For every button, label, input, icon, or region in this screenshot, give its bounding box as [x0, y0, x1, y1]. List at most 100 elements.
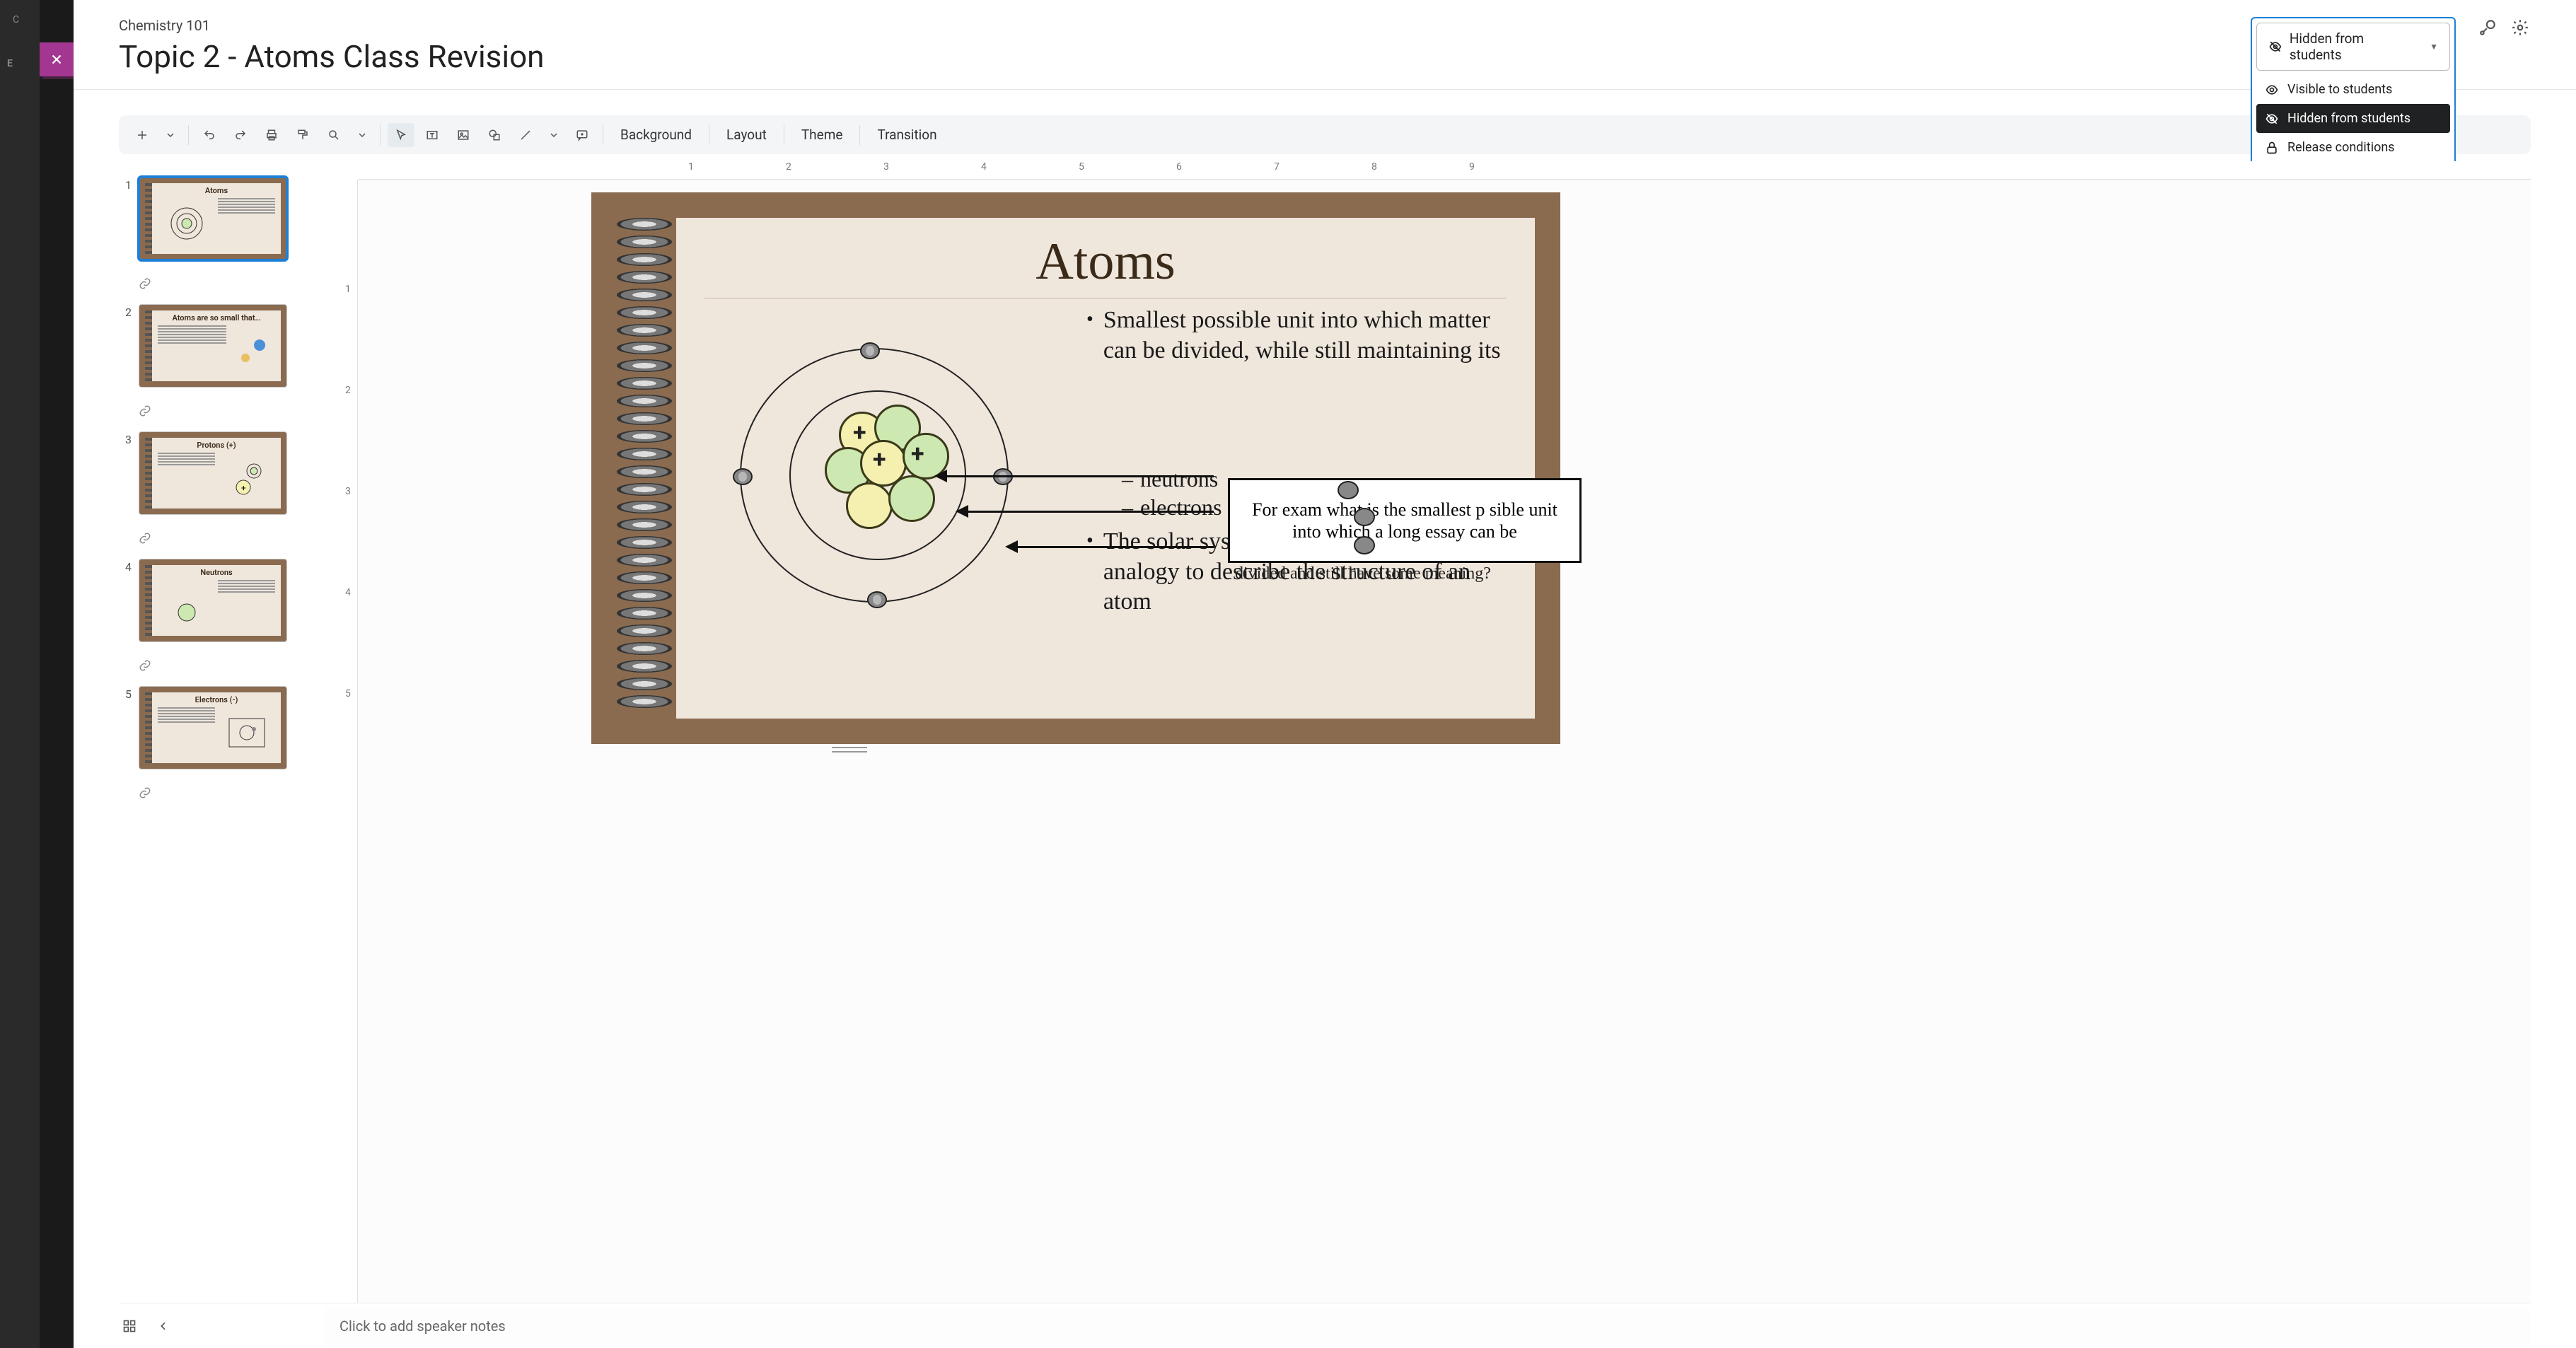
visibility-option-hidden[interactable]: Hidden from students	[2256, 104, 2450, 133]
textbox-icon	[426, 129, 439, 141]
arrowhead-icon	[956, 505, 968, 518]
slide-canvas-area: 1 2 3 4 5 6 7 8 9 1 2 3 4 5	[324, 161, 2531, 1303]
slide-content[interactable]: Atoms	[676, 218, 1535, 719]
background-button[interactable]: Background	[610, 121, 702, 149]
slide-thumbnail-3[interactable]: Protons (+) +	[139, 431, 287, 515]
vertical-ruler[interactable]: 1 2 3 4 5	[344, 180, 358, 1303]
callout-annotation[interactable]: For exam what is the smallest p sible un…	[1228, 478, 1582, 563]
visibility-dropdown: Hidden from students ▼ Visible to studen…	[2251, 17, 2456, 168]
attachment-indicator[interactable]	[139, 659, 153, 673]
neutron-mini-icon	[166, 588, 208, 623]
collapse-filmstrip-button[interactable]	[153, 1315, 174, 1337]
atom-diagram[interactable]: + + +	[683, 306, 1079, 631]
redo-button[interactable]	[227, 123, 254, 147]
slide-thumbnail-4[interactable]: Neutrons	[139, 559, 287, 642]
caret-down-icon	[550, 132, 557, 139]
thumb-title: Protons (+)	[197, 441, 236, 450]
theme-button[interactable]: Theme	[791, 121, 853, 149]
attachment-indicator[interactable]	[139, 405, 153, 419]
link-icon	[139, 277, 151, 290]
plus-icon	[136, 129, 149, 141]
visibility-option-label: Release conditions	[2287, 140, 2395, 155]
stray-electron	[1354, 536, 1375, 554]
page-title: Topic 2 - Atoms Class Revision	[119, 38, 2259, 75]
notes-resize-handle[interactable]	[832, 747, 867, 753]
visibility-option-release[interactable]: Release conditions	[2256, 133, 2450, 162]
stray-electron	[1338, 481, 1359, 499]
close-icon	[49, 52, 64, 67]
visibility-option-label: Hidden from students	[2287, 111, 2410, 126]
footer-bar: Click to add speaker notes	[119, 1303, 2531, 1348]
slide-number: 2	[119, 304, 132, 319]
close-panel-button[interactable]	[40, 42, 74, 76]
comment-icon	[576, 129, 588, 141]
paint-format-button[interactable]	[289, 123, 316, 147]
eye-off-icon	[2265, 112, 2279, 126]
sub-bullet-text: electrons	[1140, 494, 1222, 520]
visibility-options-list: Visible to students Hidden from students…	[2256, 75, 2450, 162]
breadcrumb-course[interactable]: Chemistry 101	[119, 17, 2259, 34]
link-icon	[139, 405, 151, 417]
electron	[867, 591, 887, 608]
slide-thumbnail-1[interactable]: Atoms	[139, 177, 287, 260]
slide-frame[interactable]: Atoms	[591, 192, 1560, 744]
undo-button[interactable]	[196, 123, 223, 147]
slide-stage[interactable]: Atoms	[358, 180, 2531, 1303]
transition-button[interactable]: Transition	[867, 121, 946, 149]
svg-text:+: +	[241, 483, 246, 493]
slide-number: 5	[119, 686, 132, 701]
shape-button[interactable]	[481, 123, 508, 147]
link-icon	[139, 532, 151, 545]
attachment-indicator[interactable]	[139, 786, 153, 801]
textbox-button[interactable]	[419, 123, 446, 147]
slide-thumbnail-row: 3 Protons (+) +	[119, 431, 324, 546]
attachment-indicator[interactable]	[139, 532, 153, 546]
thumb-title: Atoms	[205, 186, 228, 195]
redo-icon	[234, 129, 247, 141]
notebook-spiral-decoration	[617, 218, 676, 719]
stray-electron	[1354, 508, 1375, 526]
new-slide-button[interactable]	[129, 123, 156, 147]
settings-button[interactable]	[2510, 17, 2531, 38]
separator	[859, 125, 860, 145]
line-more-button[interactable]	[543, 126, 564, 144]
bullet-dot-icon: •	[1086, 527, 1093, 617]
slide-thumbnails-panel: 1 Atoms 2 Atoms ar	[119, 161, 324, 1303]
speaker-notes-input[interactable]: Click to add speaker notes	[324, 1308, 2531, 1344]
link-icon	[139, 786, 151, 799]
line-button[interactable]	[512, 123, 539, 147]
select-tool-button[interactable]	[388, 123, 414, 147]
electron	[860, 342, 880, 359]
activity-icon	[2478, 18, 2497, 37]
eye-off-icon	[2268, 40, 2282, 54]
slide-thumbnail-5[interactable]: Electrons (-)	[139, 686, 287, 769]
horizontal-ruler[interactable]: 1 2 3 4 5 6 7 8 9	[358, 161, 2531, 180]
visibility-toggle-button[interactable]: Hidden from students ▼	[2256, 23, 2450, 71]
image-button[interactable]	[450, 123, 477, 147]
attachment-indicator[interactable]	[139, 277, 153, 291]
thumb-title: Electrons (-)	[195, 695, 238, 704]
gear-icon	[2511, 18, 2529, 37]
workspace: 1 Atoms 2 Atoms ar	[119, 161, 2531, 1303]
slide-thumbnail-row: 1 Atoms	[119, 177, 324, 291]
comment-button[interactable]	[569, 123, 596, 147]
visibility-current-label: Hidden from students	[2290, 30, 2418, 63]
slide-title-text[interactable]: Atoms	[704, 218, 1507, 298]
activity-feed-button[interactable]	[2477, 17, 2498, 38]
new-slide-more-button[interactable]	[160, 126, 181, 144]
caret-down-icon	[359, 132, 366, 139]
paint-roller-icon	[296, 129, 309, 141]
arrowhead-icon	[1005, 540, 1018, 553]
background-app-sidebar: C E	[0, 0, 40, 1348]
print-button[interactable]	[258, 123, 285, 147]
slide-thumbnail-2[interactable]: Atoms are so small that…	[139, 304, 287, 388]
zoom-button[interactable]	[320, 123, 347, 147]
grid-view-button[interactable]	[119, 1315, 140, 1337]
undo-icon	[203, 129, 216, 141]
thumb-title: Neutrons	[200, 568, 232, 577]
callout-text: For exam what is the smallest p sible un…	[1236, 499, 1574, 542]
visibility-option-visible[interactable]: Visible to students	[2256, 75, 2450, 104]
layout-button[interactable]: Layout	[716, 121, 777, 149]
zoom-more-button[interactable]	[352, 126, 373, 144]
callout-arrow	[1016, 546, 1214, 548]
